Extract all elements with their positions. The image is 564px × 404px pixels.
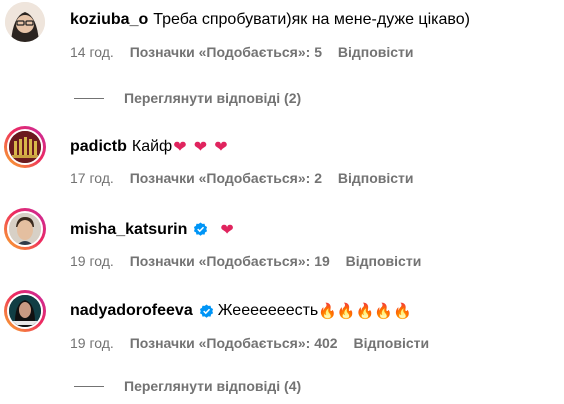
reply-button[interactable]: Відповісти [353,335,429,351]
fire-emoji-icon: 🔥🔥🔥🔥🔥 [318,302,412,320]
verified-badge-icon [199,303,213,318]
comment-text: Жееееееесть [217,302,319,319]
username[interactable]: koziuba_o [70,11,148,29]
avatar-image [5,2,45,42]
username[interactable]: padictb [70,138,127,156]
avatar[interactable] [4,208,46,250]
likes-count[interactable]: Позначки «Подобається»: 19 [130,253,330,269]
comment-time[interactable]: 19 год. [70,335,114,351]
replies-divider [74,385,104,387]
view-replies-label: Переглянути відповіді (2) [124,90,302,106]
view-replies-button[interactable]: Переглянути відповіді (4) [74,378,301,394]
reply-button[interactable]: Відповісти [338,44,414,60]
heart-emoji-icon: ❤ [220,220,234,239]
view-replies-button[interactable]: Переглянути відповіді (2) [74,90,301,106]
likes-count[interactable]: Позначки «Подобається»: 5 [130,44,322,60]
avatar[interactable] [4,1,46,43]
comment-text: Кайф [131,137,173,155]
avatar-image [9,295,41,327]
username[interactable]: nadyadorofeeva [70,302,193,320]
replies-divider [74,97,104,99]
likes-count[interactable]: Позначки «Подобається»: 402 [130,335,338,351]
avatar[interactable] [4,290,46,332]
avatar-image [9,131,41,163]
comment-time[interactable]: 17 год. [70,170,114,186]
heart-emoji-icon: ❤ ❤ ❤ [173,137,229,156]
avatar-image [9,213,41,245]
comment-time[interactable]: 19 год. [70,253,114,269]
likes-count[interactable]: Позначки «Подобається»: 2 [130,170,322,186]
reply-button[interactable]: Відповісти [346,253,422,269]
verified-badge-icon [194,222,208,236]
avatar[interactable] [4,126,46,168]
username[interactable]: misha_katsurin [70,221,187,239]
reply-button[interactable]: Відповісти [338,170,414,186]
view-replies-label: Переглянути відповіді (4) [124,378,302,394]
comment-text: Треба спробувати)як на мене-дуже цікаво) [153,11,470,28]
comment-time[interactable]: 14 год. [70,44,114,60]
